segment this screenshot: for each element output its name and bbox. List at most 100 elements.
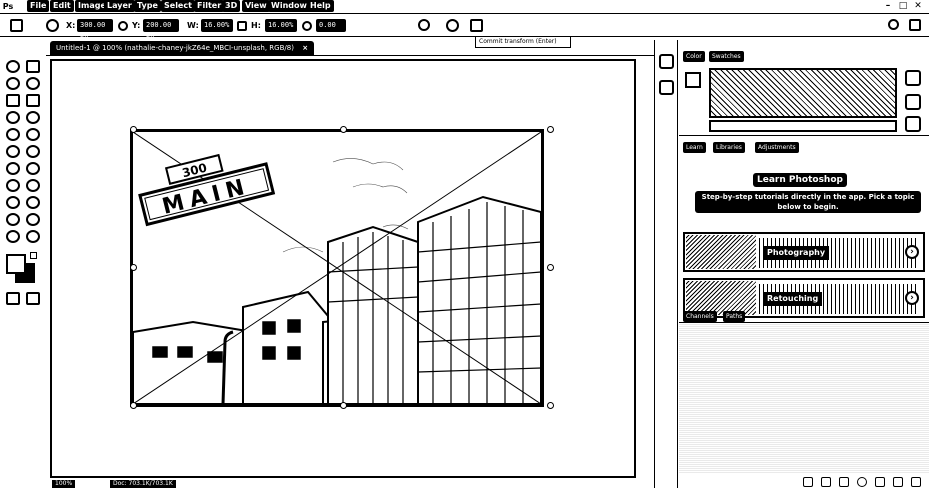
dodge-tool-icon[interactable] — [6, 179, 20, 192]
tab-libraries[interactable]: Libraries — [713, 142, 745, 153]
angle-icon — [302, 21, 312, 31]
doc-size[interactable]: Doc: 703.1K/703.1K — [110, 480, 176, 488]
foreground-color-swatch[interactable] — [6, 254, 26, 274]
tab-paths[interactable]: Paths — [723, 311, 746, 322]
menu-help[interactable]: Help — [307, 0, 334, 12]
height-field[interactable]: 16.00% — [265, 19, 297, 32]
tools-panel — [0, 56, 46, 312]
transform-handle-br[interactable] — [547, 402, 554, 409]
history-brush-tool-icon[interactable] — [6, 145, 20, 158]
color-picker-field[interactable] — [709, 68, 897, 118]
commit-transform-icon[interactable] — [470, 19, 483, 32]
healing-tool-icon[interactable] — [26, 111, 40, 124]
delta-icon — [118, 21, 128, 31]
tab-channels[interactable]: Channels — [683, 311, 717, 322]
reference-point-icon[interactable] — [46, 19, 59, 32]
brush-tool-icon[interactable] — [6, 128, 20, 141]
clone-stamp-tool-icon[interactable] — [26, 128, 40, 141]
minimize-button[interactable]: – — [882, 1, 894, 12]
menu-filter[interactable]: Filter — [194, 0, 225, 12]
transform-handle-l[interactable] — [130, 264, 137, 271]
link-icon[interactable] — [237, 21, 247, 31]
quick-select-tool-icon[interactable] — [6, 94, 20, 107]
layers-panel-body[interactable] — [679, 322, 929, 474]
edit-toolbar-icon[interactable] — [26, 230, 40, 243]
menu-view[interactable]: View — [242, 0, 270, 12]
menu-window[interactable]: Window — [268, 0, 310, 12]
close-button[interactable]: ✕ — [912, 1, 924, 12]
blur-tool-icon[interactable] — [26, 162, 40, 175]
x-field[interactable]: 300.00 px — [77, 19, 113, 42]
document-tab[interactable]: Untitled-1 @ 100% (nathalie-chaney-jkZ64… — [50, 41, 315, 55]
status-bar: 100% Doc: 703.1K/703.1K — [46, 480, 654, 488]
type-tool-icon[interactable] — [6, 196, 20, 209]
tab-learn[interactable]: Learn — [683, 142, 706, 153]
angle-field[interactable]: 0.00 — [316, 19, 346, 32]
transform-handle-t[interactable] — [340, 126, 347, 133]
photoshop-window: Ps File Edit Image Layer Type Select Fil… — [0, 0, 929, 488]
y-field[interactable]: 200.00 px — [143, 19, 179, 42]
color-chip-1[interactable] — [905, 70, 921, 86]
placed-photo[interactable]: MAIN 300 — [130, 129, 544, 407]
photography-card[interactable]: Photography › — [683, 232, 925, 272]
marquee-tool-icon[interactable] — [6, 77, 20, 90]
tab-close-icon[interactable]: × — [302, 44, 308, 52]
quick-mask-icon[interactable] — [6, 292, 20, 305]
menu-select[interactable]: Select — [161, 0, 195, 12]
hue-slider[interactable] — [709, 120, 897, 132]
artboard-tool-icon[interactable] — [26, 60, 40, 73]
move-tool-icon[interactable] — [6, 60, 20, 73]
fx-icon[interactable] — [821, 477, 831, 487]
panel-dock — [654, 40, 678, 488]
transform-handle-r[interactable] — [547, 264, 554, 271]
color-chip-3[interactable] — [905, 116, 921, 132]
crop-tool-icon[interactable] — [26, 94, 40, 107]
warp-icon[interactable] — [418, 19, 430, 31]
menu-bar: Ps File Edit Image Layer Type Select Fil… — [0, 0, 929, 14]
color-panel-foreground[interactable] — [685, 72, 701, 88]
link-layers-icon[interactable] — [803, 477, 813, 487]
history-panel-icon[interactable] — [659, 54, 674, 69]
shape-tool-icon[interactable] — [6, 213, 20, 226]
menu-edit[interactable]: Edit — [50, 0, 74, 12]
workspace-icon[interactable] — [909, 19, 921, 31]
properties-panel-icon[interactable] — [659, 80, 674, 95]
group-icon[interactable] — [875, 477, 885, 487]
cancel-transform-icon[interactable] — [446, 19, 459, 32]
eraser-tool-icon[interactable] — [26, 145, 40, 158]
h-label: H: — [251, 21, 261, 30]
width-field[interactable]: 16.00% — [201, 19, 233, 32]
path-select-tool-icon[interactable] — [26, 196, 40, 209]
chevron-right-icon[interactable]: › — [905, 291, 919, 305]
search-icon[interactable] — [888, 19, 899, 30]
move-tool-icon[interactable] — [10, 19, 23, 32]
w-label: W: — [187, 21, 199, 30]
default-colors-icon[interactable] — [30, 252, 37, 259]
adjustment-layer-icon[interactable] — [857, 477, 867, 487]
transform-handle-tl[interactable] — [130, 126, 137, 133]
transform-handle-b[interactable] — [340, 402, 347, 409]
lasso-tool-icon[interactable] — [26, 77, 40, 90]
menu-type[interactable]: Type — [134, 0, 161, 12]
trash-icon[interactable] — [911, 477, 921, 487]
zoom-level[interactable]: 100% — [52, 480, 76, 488]
gradient-tool-icon[interactable] — [6, 162, 20, 175]
chevron-right-icon[interactable]: › — [905, 245, 919, 259]
menu-3d[interactable]: 3D — [222, 0, 241, 12]
canvas-area[interactable]: MAIN 300 — [46, 57, 654, 480]
color-chip-2[interactable] — [905, 94, 921, 110]
eyedropper-tool-icon[interactable] — [6, 111, 20, 124]
mask-icon[interactable] — [839, 477, 849, 487]
screen-mode-icon[interactable] — [26, 292, 40, 305]
transform-handle-tr[interactable] — [547, 126, 554, 133]
menu-layer[interactable]: Layer — [104, 0, 135, 12]
menu-file[interactable]: File — [27, 0, 50, 12]
maximize-button[interactable]: □ — [897, 1, 909, 12]
tab-adjustments[interactable]: Adjustments — [755, 142, 799, 153]
x-label: X: — [66, 21, 76, 30]
hand-tool-icon[interactable] — [26, 213, 40, 226]
transform-handle-bl[interactable] — [130, 402, 137, 409]
pen-tool-icon[interactable] — [26, 179, 40, 192]
zoom-tool-icon[interactable] — [6, 230, 20, 243]
new-layer-icon[interactable] — [893, 477, 903, 487]
